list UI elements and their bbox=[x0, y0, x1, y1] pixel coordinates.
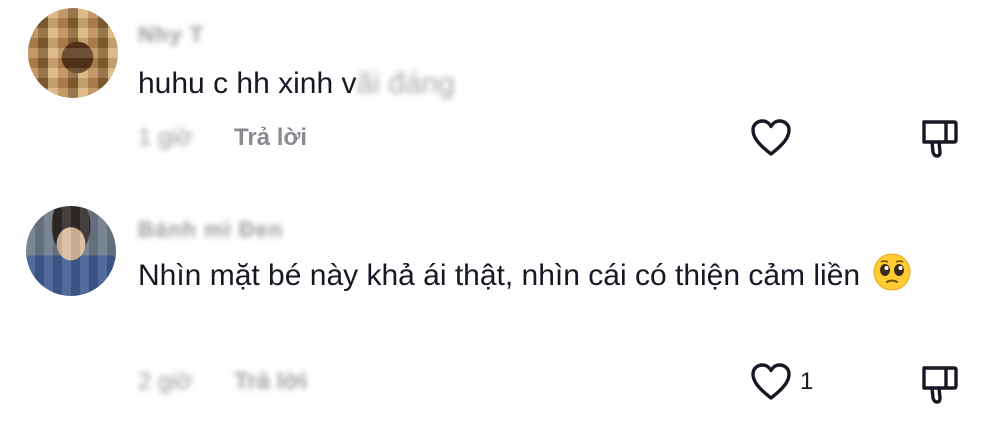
comment-text-body: Nhìn mặt bé này khả ái thật, nhìn cái có… bbox=[138, 259, 861, 292]
comment-username[interactable]: Bánh mì Đen bbox=[138, 217, 283, 243]
comment-time: 1 giờ bbox=[138, 124, 193, 151]
comment-text: Nhìn mặt bé này khả ái thật, nhìn cái có… bbox=[138, 248, 958, 304]
dislike-button[interactable] bbox=[918, 362, 962, 411]
like-count: 1 bbox=[800, 368, 814, 395]
thumbs-down-outline-icon bbox=[922, 120, 958, 158]
comment-text-visible: huhu c hh xinh v bbox=[138, 67, 357, 100]
comment-meta: 1 giờ Trả lời bbox=[138, 124, 307, 152]
avatar[interactable] bbox=[28, 8, 118, 98]
comment-text-obscured: ãi đáng bbox=[356, 67, 455, 100]
comment-text: huhu c hh xinh vãi đáng bbox=[138, 56, 958, 112]
avatar[interactable] bbox=[26, 206, 116, 296]
heart-outline-icon bbox=[751, 363, 791, 400]
pleading-face-emoji bbox=[873, 253, 911, 291]
comment-item: Nhy T huhu c hh xinh vãi đáng 1 giờ Trả l… bbox=[0, 0, 1000, 190]
comment-meta: 2 giờ Trả lời bbox=[138, 368, 307, 396]
reply-button[interactable]: Trả lời bbox=[234, 124, 307, 151]
heart-outline-icon bbox=[751, 119, 791, 156]
like-button[interactable]: 1 bbox=[750, 362, 813, 402]
dislike-button[interactable] bbox=[918, 116, 962, 165]
comment-item: Bánh mì Đen Nhìn mặt bé này khả ái thật,… bbox=[0, 190, 1000, 444]
reply-button[interactable]: Trả lời bbox=[234, 368, 307, 395]
comment-username[interactable]: Nhy T bbox=[138, 22, 204, 48]
like-button[interactable] bbox=[750, 118, 800, 158]
thumbs-down-outline-icon bbox=[922, 366, 958, 404]
comment-time: 2 giờ bbox=[138, 368, 193, 395]
